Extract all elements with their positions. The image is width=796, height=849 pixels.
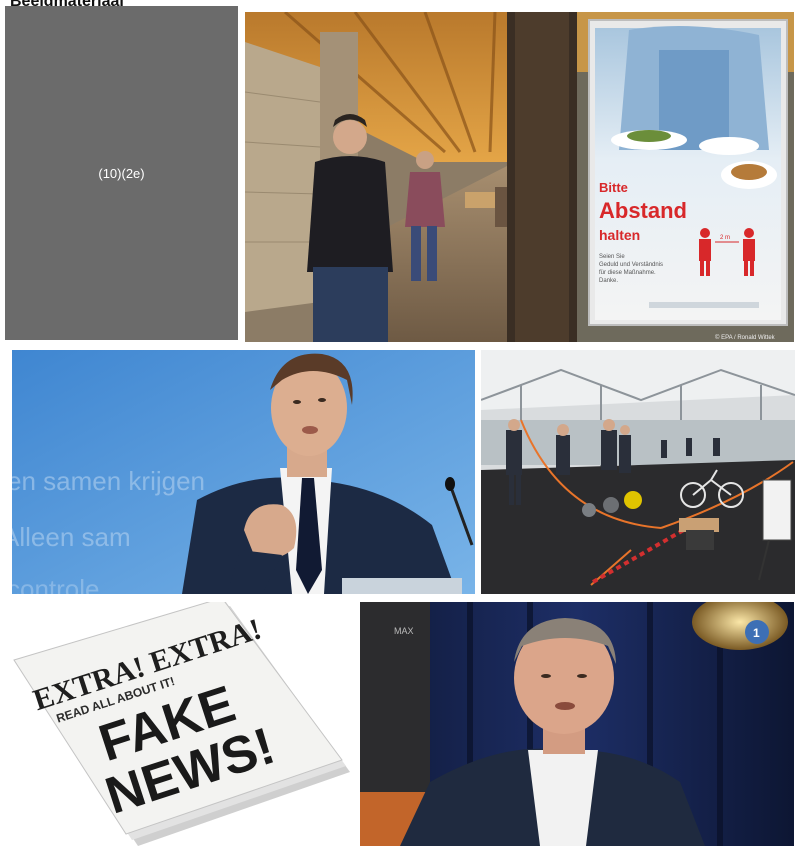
- channel-logo-text: 1: [753, 626, 760, 640]
- sign-text-halten: halten: [599, 227, 640, 243]
- newspaper-illustration: EXTRA! EXTRA! READ ALL ABOUT IT! FAKE NE…: [8, 602, 356, 846]
- sign-small-3: für diese Maßnahme.: [599, 270, 656, 276]
- max-logo: MAX: [394, 626, 414, 636]
- sign-text-abstand: Abstand: [599, 198, 687, 223]
- image-placeholder: (10)(2e): [5, 6, 238, 340]
- sign-small-2: Geduld und Verständnis: [599, 262, 663, 268]
- talkshow-illustration: MAX 1: [360, 602, 794, 846]
- photo-credit: © EPA / Ronald Wittek: [715, 334, 776, 341]
- sign-small-1: Seien Sie: [599, 254, 625, 260]
- photo-minister-speaking: en samen krijgen Alleen sam controle: [12, 350, 475, 594]
- sign-distance-label: 2 m: [720, 235, 730, 241]
- sign-text-bitte: Bitte: [599, 180, 628, 195]
- placeholder-label: (10)(2e): [98, 165, 145, 181]
- photo-restaurant-distance-sign: Bitte Abstand halten Seien Sie Geduld un…: [245, 12, 794, 342]
- bg-slogan-1: en samen krijgen: [12, 466, 205, 496]
- photo-gym-tent: [481, 350, 795, 594]
- sign-small-4: Danke.: [599, 278, 618, 284]
- minister-illustration: en samen krijgen Alleen sam controle: [12, 350, 475, 594]
- restaurant-illustration: Bitte Abstand halten Seien Sie Geduld un…: [245, 12, 794, 342]
- bg-slogan-2: Alleen sam: [12, 522, 131, 552]
- gym-illustration: [481, 350, 795, 594]
- bg-slogan-3: controle: [12, 574, 100, 594]
- photo-talkshow-guest: MAX 1: [360, 602, 794, 846]
- photo-fake-news-newspaper: EXTRA! EXTRA! READ ALL ABOUT IT! FAKE NE…: [8, 602, 356, 846]
